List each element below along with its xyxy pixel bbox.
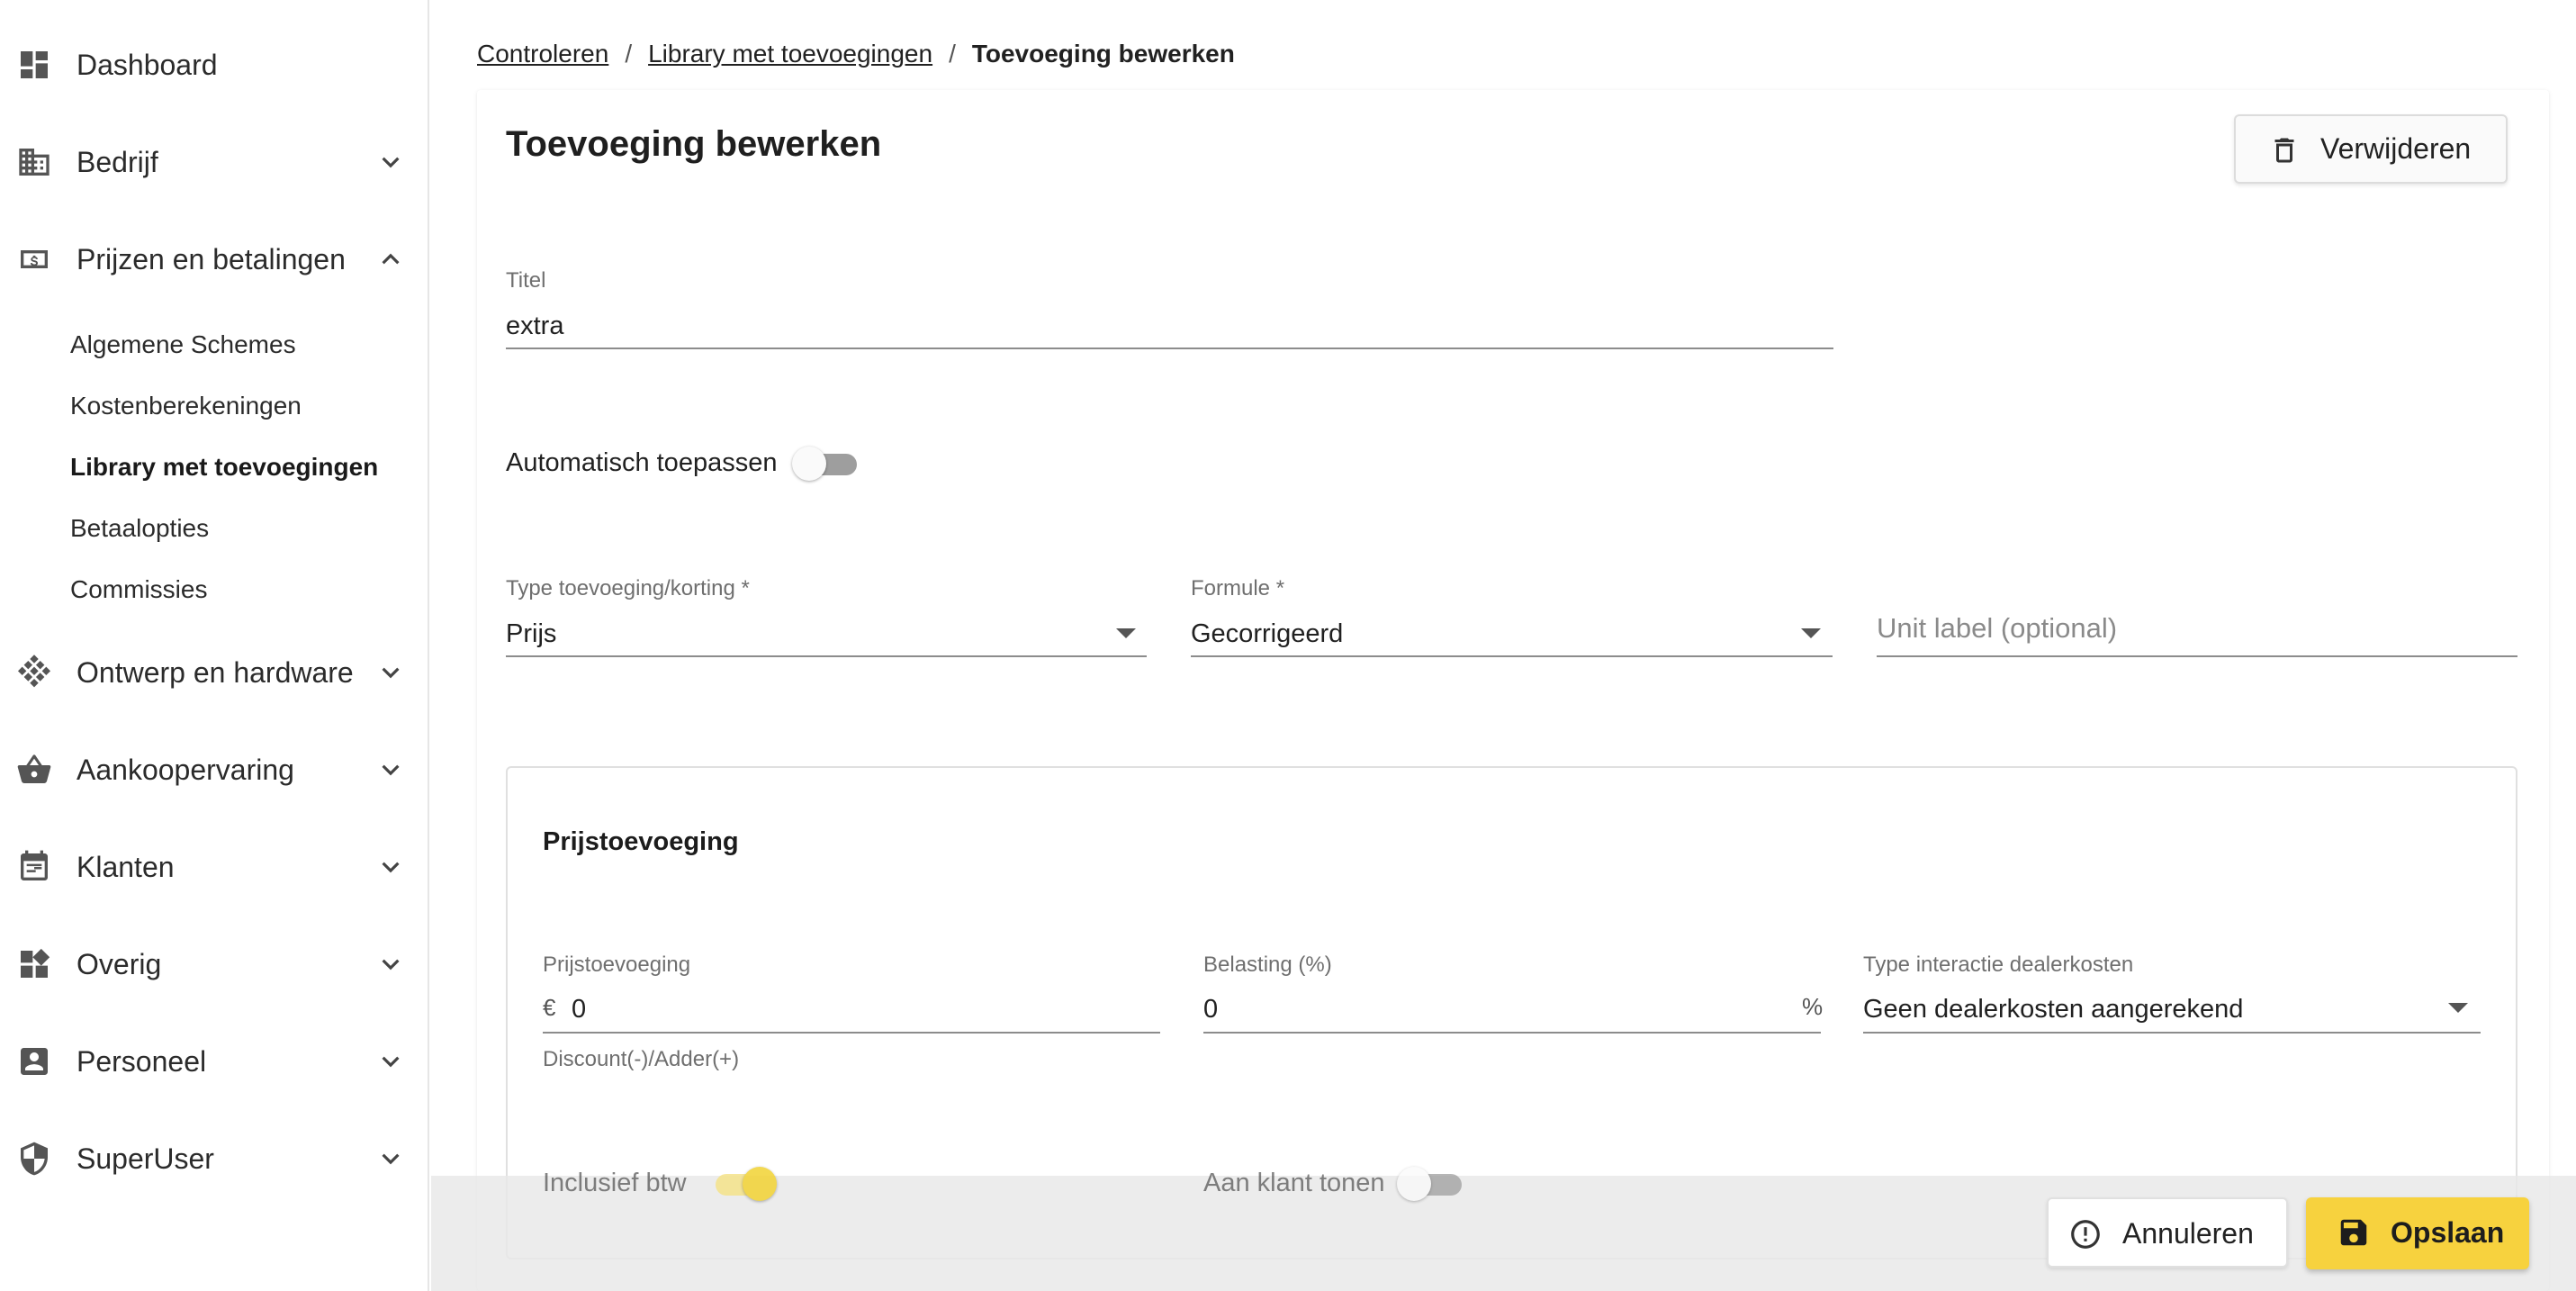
- building-icon: [16, 144, 52, 180]
- nav-ontwerp-en-hardware[interactable]: Ontwerp en hardware: [0, 627, 428, 718]
- euro-prefix: €: [543, 994, 556, 1021]
- inclusief-btw-toggle[interactable]: [707, 1165, 779, 1201]
- chevron-down-icon: [374, 947, 408, 981]
- chevron-down-icon: [374, 850, 408, 884]
- nav-label: Personeel: [77, 1044, 207, 1078]
- cancel-button[interactable]: Annuleren: [2047, 1197, 2288, 1268]
- sidebar-subitem-library-met-toevoegingen[interactable]: Library met toevoegingen: [70, 453, 378, 482]
- save-icon: [2337, 1215, 2371, 1250]
- chevron-down-icon: [374, 145, 408, 179]
- nav-label: Overig: [77, 947, 162, 980]
- delete-button-label: Verwijderen: [2320, 132, 2472, 165]
- save-button-label: Opslaan: [2391, 1216, 2505, 1249]
- inclusief-btw-label: Inclusief btw: [543, 1169, 687, 1197]
- widgets-icon: [16, 946, 52, 982]
- prijstoevoeging-helper: Discount(-)/Adder(+): [543, 1047, 740, 1071]
- formule-underline: [1191, 655, 1833, 657]
- formule-label: Formule *: [1191, 576, 1285, 600]
- money-icon: [16, 241, 52, 277]
- type-label: Type toevoeging/korting *: [506, 576, 750, 600]
- titel-input[interactable]: extra: [506, 311, 563, 341]
- delete-button[interactable]: Verwijderen: [2234, 114, 2508, 184]
- nav-label: Klanten: [77, 850, 175, 883]
- nav-label: SuperUser: [77, 1142, 214, 1175]
- prijstoevoeging-label: Prijstoevoeging: [543, 952, 691, 977]
- nav-label: Aankoopervaring: [77, 753, 294, 786]
- toggle-thumb: [1397, 1167, 1431, 1201]
- chevron-down-icon: [374, 753, 408, 787]
- save-button[interactable]: Opslaan: [2306, 1197, 2529, 1269]
- toggle-thumb: [743, 1167, 777, 1201]
- calendar-list-icon: [16, 849, 52, 885]
- breadcrumb-link-library[interactable]: Library met toevoegingen: [648, 40, 932, 68]
- belasting-label: Belasting (%): [1203, 952, 1332, 977]
- titel-label: Titel: [506, 268, 546, 293]
- aan-klant-tonen-toggle[interactable]: [1397, 1165, 1469, 1201]
- page-title: Toevoeging bewerken: [506, 124, 882, 164]
- auto-apply-label: Automatisch toepassen: [506, 448, 778, 477]
- nav-label: Prijzen en betalingen: [77, 242, 346, 275]
- breadcrumb-link-controleren[interactable]: Controleren: [477, 40, 608, 68]
- breadcrumb-current: Toevoeging bewerken: [971, 40, 1235, 68]
- prijstoevoeging-underline: [543, 1032, 1160, 1034]
- titel-underline: [506, 348, 1833, 349]
- dashboard-icon: [16, 47, 52, 83]
- nav-label: Dashboard: [77, 48, 218, 81]
- alert-circle-icon: [2068, 1217, 2103, 1251]
- nav-superuser[interactable]: SuperUser: [0, 1114, 428, 1204]
- price-section-title: Prijstoevoeging: [543, 827, 739, 856]
- nav-prijzen-en-betalingen[interactable]: Prijzen en betalingen: [0, 214, 428, 304]
- aan-klant-tonen-label: Aan klant tonen: [1203, 1169, 1385, 1197]
- unit-label-input[interactable]: Unit label (optional): [1877, 612, 2117, 645]
- nav-bedrijf[interactable]: Bedrijf: [0, 117, 428, 207]
- sidebar-subitem-betaalopties[interactable]: Betaalopties: [70, 514, 209, 543]
- toggle-thumb: [792, 447, 826, 481]
- dealer-label: Type interactie dealerkosten: [1863, 952, 2134, 977]
- trash-icon: [2268, 134, 2301, 167]
- dealer-dropdown-icon[interactable]: [2448, 1003, 2468, 1013]
- dealer-underline: [1863, 1032, 2481, 1034]
- shield-icon: [16, 1141, 52, 1177]
- chevron-up-icon: [374, 242, 408, 276]
- sidebar-subitem-algemene-schemes[interactable]: Algemene Schemes: [70, 330, 296, 359]
- nav-klanten[interactable]: Klanten: [0, 822, 428, 912]
- person-badge-icon: [16, 1043, 52, 1079]
- nav-overig[interactable]: Overig: [0, 919, 428, 1009]
- sidebar-subitem-commissies[interactable]: Commissies: [70, 575, 207, 604]
- auto-apply-toggle[interactable]: [792, 445, 864, 481]
- type-select[interactable]: Prijs: [506, 619, 556, 649]
- type-underline: [506, 655, 1147, 657]
- percent-suffix: %: [1802, 993, 1824, 1020]
- formule-select[interactable]: Gecorrigeerd: [1191, 619, 1343, 649]
- belasting-underline: [1203, 1032, 1821, 1034]
- type-dropdown-icon[interactable]: [1116, 628, 1136, 638]
- cancel-button-label: Annuleren: [2122, 1217, 2254, 1250]
- grid-diamond-icon: [16, 655, 52, 691]
- sidebar: Dashboard Bedrijf Prijzen en betalingen …: [0, 0, 429, 1291]
- chevron-down-icon: [374, 1044, 408, 1079]
- unit-label-underline: [1877, 655, 2517, 657]
- basket-icon: [16, 752, 52, 788]
- nav-label: Bedrijf: [77, 145, 158, 178]
- belasting-input[interactable]: 0: [1203, 995, 1218, 1025]
- chevron-down-icon: [374, 1142, 408, 1176]
- nav-dashboard[interactable]: Dashboard: [0, 20, 428, 110]
- sidebar-subitem-kostenberekeningen[interactable]: Kostenberekeningen: [70, 392, 302, 420]
- chevron-down-icon: [374, 655, 408, 690]
- breadcrumb-separator: /: [625, 40, 633, 68]
- formule-dropdown-icon[interactable]: [1801, 628, 1821, 638]
- nav-aankoopervaring[interactable]: Aankoopervaring: [0, 725, 428, 815]
- nav-personeel[interactable]: Personeel: [0, 1016, 428, 1106]
- breadcrumb: Controleren / Library met toevoegingen /…: [477, 36, 1235, 72]
- breadcrumb-separator: /: [949, 40, 956, 68]
- nav-label: Ontwerp en hardware: [77, 655, 354, 689]
- prijstoevoeging-input[interactable]: 0: [572, 995, 586, 1025]
- dealer-select[interactable]: Geen dealerkosten aangerekend: [1863, 995, 2243, 1025]
